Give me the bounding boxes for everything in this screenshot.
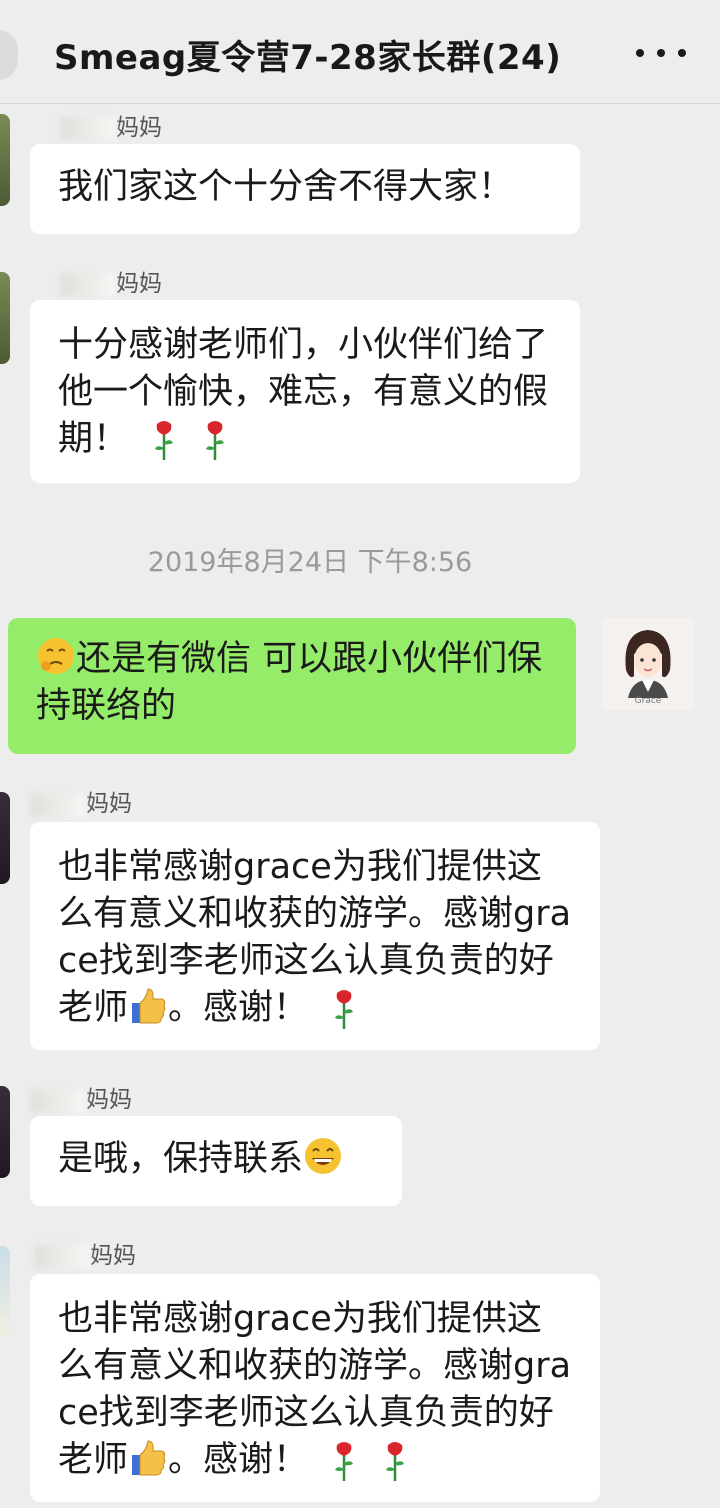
rose-emoji-icon: [206, 421, 225, 460]
message-bubble[interactable]: 我们家这个十分舍不得大家！: [30, 144, 580, 234]
avatar-label: Grace: [634, 696, 662, 706]
chat-title: Smeag夏令营7-28家长群(24): [54, 38, 562, 78]
message-bubble[interactable]: 也非常感谢grace为我们提供这么有意义和收获的游学。感谢grace找到李老师这…: [30, 822, 600, 1050]
avatar[interactable]: [0, 792, 10, 884]
message-bubble[interactable]: 也非常感谢grace为我们提供这么有意义和收获的游学。感谢grace找到李老师这…: [30, 1274, 600, 1502]
self-avatar[interactable]: Grace: [602, 618, 694, 710]
redacted-name: [60, 272, 116, 297]
message-timestamp: 2019年8月24日 下午8:56: [147, 547, 473, 578]
message-text: 还是有微信 可以跟小伙伴们保持联络的: [36, 639, 543, 726]
thinking-emoji-icon: [38, 638, 74, 674]
sender-name: 妈妈: [30, 1080, 132, 1114]
avatar[interactable]: [0, 1246, 10, 1338]
more-options-button[interactable]: [636, 38, 686, 68]
avatar[interactable]: [0, 114, 10, 206]
message-text: 我们家这个十分舍不得大家！: [58, 167, 514, 207]
sender-name: 妈妈: [60, 264, 162, 298]
thumbs-up-emoji-icon: [132, 988, 166, 1024]
message-text: 。感谢！: [168, 1440, 309, 1480]
redacted-name: [30, 792, 86, 817]
chat-header: Smeag夏令营7-28家长群(24): [0, 0, 720, 104]
message-text: 。感谢！: [168, 988, 309, 1028]
sender-name: 妈妈: [34, 1236, 136, 1270]
message-text: 十分感谢老师们，小伙伴们给了他一个愉快，难忘，有意义的假期！: [58, 325, 549, 459]
rose-emoji-icon: [335, 1442, 354, 1481]
thumbs-up-emoji-icon: [132, 1440, 166, 1476]
back-button[interactable]: [0, 30, 18, 80]
message-bubble-outgoing[interactable]: 还是有微信 可以跟小伙伴们保持联络的: [8, 618, 576, 754]
sender-name: 妈妈: [30, 784, 132, 818]
avatar[interactable]: [0, 272, 10, 364]
more-dot-icon: [636, 49, 644, 57]
message-bubble[interactable]: 十分感谢老师们，小伙伴们给了他一个愉快，难忘，有意义的假期！: [30, 300, 580, 483]
rose-emoji-icon: [155, 421, 174, 460]
redacted-name: [34, 1244, 90, 1269]
redacted-name: [30, 1088, 86, 1113]
rose-emoji-icon: [335, 990, 354, 1029]
sender-name: 妈妈: [60, 108, 162, 142]
more-dot-icon: [678, 49, 686, 57]
redacted-name: [60, 116, 116, 141]
grinning-emoji-icon: [305, 1138, 342, 1174]
message-bubble[interactable]: 是哦，保持联系: [30, 1116, 402, 1206]
rose-emoji-icon: [386, 1442, 405, 1481]
more-dot-icon: [657, 49, 665, 57]
message-text: 是哦，保持联系: [58, 1139, 304, 1179]
avatar[interactable]: [0, 1086, 10, 1178]
